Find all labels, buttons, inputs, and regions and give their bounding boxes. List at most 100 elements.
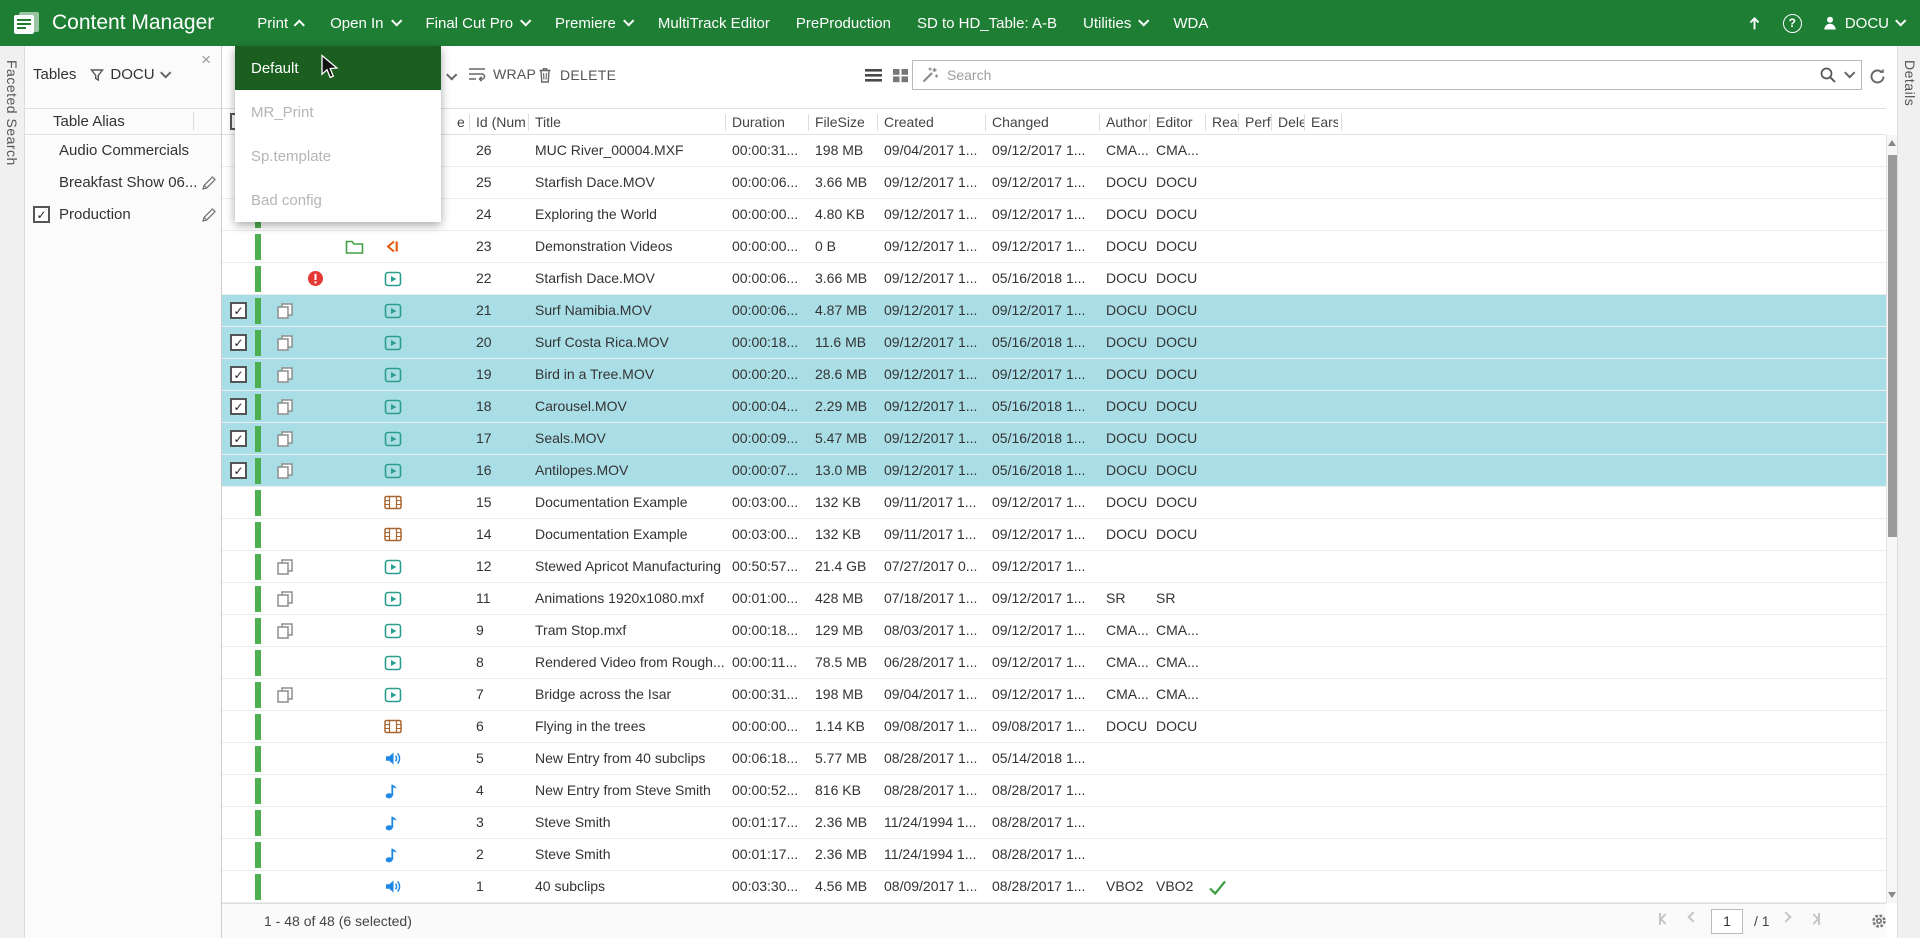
column-header-ears[interactable]: Ears bbox=[1311, 114, 1338, 130]
table-row[interactable]: 24Exploring the World00:00:00...4.80 KB0… bbox=[222, 199, 1886, 231]
table-row[interactable]: 3Steve Smith00:01:17...2.36 MB11/24/1994… bbox=[222, 807, 1886, 839]
menu-premiere[interactable]: Premiere bbox=[542, 0, 645, 46]
print-menu-item-default[interactable]: Default bbox=[235, 46, 441, 90]
list-view-icon[interactable] bbox=[864, 68, 883, 83]
table-row[interactable]: 11Animations 1920x1080.mxf00:01:00...428… bbox=[222, 583, 1886, 615]
help-icon[interactable]: ? bbox=[1783, 14, 1802, 33]
print-menu-item-bad-config[interactable]: Bad config bbox=[235, 178, 441, 222]
menu-sd-to-hd-table-a-b[interactable]: SD to HD_Table: A-B bbox=[904, 0, 1070, 46]
prev-page-button[interactable] bbox=[1689, 913, 1697, 921]
table-row[interactable]: 14Documentation Example00:03:00...132 KB… bbox=[222, 519, 1886, 551]
table-alias-item[interactable]: Audio Commercials bbox=[25, 135, 221, 167]
column-header-delet[interactable]: Delet bbox=[1278, 114, 1305, 130]
table-row[interactable]: 12Stewed Apricot Manufacturing00:50:57..… bbox=[222, 551, 1886, 583]
column-header-size[interactable]: FileSize bbox=[815, 114, 878, 130]
table-row[interactable]: ✓21Surf Namibia.MOV00:00:06...4.87 MB09/… bbox=[222, 295, 1886, 327]
row-checkbox[interactable]: ✓ bbox=[230, 398, 247, 415]
column-header-id[interactable]: Id (Numb bbox=[476, 114, 526, 130]
search-input[interactable] bbox=[947, 67, 1811, 83]
column-header-duration[interactable]: Duration bbox=[732, 114, 807, 130]
edit-pen-icon[interactable] bbox=[201, 207, 217, 227]
details-tab[interactable]: Details bbox=[1902, 46, 1918, 106]
user-menu[interactable]: DOCU bbox=[1822, 15, 1904, 32]
filter-chevron-down-icon[interactable] bbox=[160, 67, 171, 78]
column-header-editor[interactable]: Editor bbox=[1156, 114, 1206, 130]
menu-open-in[interactable]: Open In bbox=[317, 0, 412, 46]
row-checkbox[interactable]: ✓ bbox=[230, 366, 247, 383]
grid-view-icon[interactable] bbox=[892, 68, 909, 83]
search-chevron-down-icon[interactable] bbox=[1844, 67, 1855, 78]
wrap-button[interactable]: WRAP bbox=[468, 66, 536, 82]
table-row[interactable]: ✓17Seals.MOV00:00:09...5.47 MB09/12/2017… bbox=[222, 423, 1886, 455]
toolbar-chevron-down-icon[interactable] bbox=[446, 69, 457, 80]
print-menu-item-sp-template[interactable]: Sp.template bbox=[235, 134, 441, 178]
delete-button[interactable]: DELETE bbox=[537, 66, 616, 84]
status-bar-indicator bbox=[255, 426, 261, 452]
menu-wda[interactable]: WDA bbox=[1160, 0, 1221, 46]
status-bar-indicator bbox=[255, 298, 261, 324]
table-row[interactable]: 26MUC River_00004.MXF00:00:31...198 MB09… bbox=[222, 135, 1886, 167]
table-alias-item[interactable]: ✓Production bbox=[25, 199, 221, 231]
table-alias-header[interactable]: Table Alias bbox=[25, 108, 221, 135]
upload-arrow-icon[interactable] bbox=[1746, 15, 1763, 32]
faceted-search-tab[interactable]: Faceted Search bbox=[4, 46, 20, 166]
table-row[interactable]: 23Demonstration Videos00:00:00...0 B09/1… bbox=[222, 231, 1886, 263]
scroll-down-arrow[interactable] bbox=[1888, 892, 1896, 898]
column-header-author[interactable]: Author bbox=[1106, 114, 1151, 130]
cell-editor: CMA... bbox=[1156, 615, 1206, 646]
scrollbar-thumb[interactable] bbox=[1888, 155, 1897, 537]
vertical-scrollbar[interactable] bbox=[1886, 135, 1897, 903]
refresh-icon[interactable] bbox=[1868, 67, 1887, 91]
cell-created: 07/18/2017 1... bbox=[884, 583, 987, 614]
menu-print[interactable]: Print bbox=[244, 0, 317, 46]
table-row[interactable]: 9Tram Stop.mxf00:00:18...129 MB08/03/201… bbox=[222, 615, 1886, 647]
cell-title: Surf Namibia.MOV bbox=[535, 295, 728, 326]
column-header-perf[interactable]: Perf bbox=[1245, 114, 1272, 130]
row-checkbox[interactable]: ✓ bbox=[230, 462, 247, 479]
table-row[interactable]: 6Flying in the trees00:00:00...1.14 KB09… bbox=[222, 711, 1886, 743]
menu-utilities[interactable]: Utilities bbox=[1070, 0, 1160, 46]
scroll-up-arrow[interactable] bbox=[1888, 140, 1896, 146]
column-header-read[interactable]: Read bbox=[1212, 114, 1239, 130]
column-header-changed[interactable]: Changed bbox=[992, 114, 1099, 130]
edit-pen-icon[interactable] bbox=[201, 175, 217, 195]
table-row[interactable]: 15Documentation Example00:03:00...132 KB… bbox=[222, 487, 1886, 519]
page-number-input[interactable]: 1 bbox=[1711, 909, 1743, 934]
cell-title: New Entry from 40 subclips bbox=[535, 743, 728, 774]
row-checkbox[interactable]: ✓ bbox=[230, 334, 247, 351]
close-icon[interactable]: × bbox=[201, 50, 211, 70]
table-row[interactable]: ✓18Carousel.MOV00:00:04...2.29 MB09/12/2… bbox=[222, 391, 1886, 423]
table-row[interactable]: ✓16Antilopes.MOV00:00:07...13.0 MB09/12/… bbox=[222, 455, 1886, 487]
table-row[interactable]: 25Starfish Dace.MOV00:00:06...3.66 MB09/… bbox=[222, 167, 1886, 199]
column-header-created[interactable]: Created bbox=[884, 114, 987, 130]
alias-checkbox[interactable]: ✓ bbox=[33, 206, 50, 223]
table-row[interactable]: 7Bridge across the Isar00:00:31...198 MB… bbox=[222, 679, 1886, 711]
column-header-title[interactable]: Title bbox=[535, 114, 728, 130]
table-row[interactable]: 8Rendered Video from Rough...00:00:11...… bbox=[222, 647, 1886, 679]
first-page-button[interactable] bbox=[1659, 913, 1669, 925]
gear-icon[interactable] bbox=[1870, 912, 1888, 933]
search-icon[interactable] bbox=[1819, 66, 1837, 84]
table-filter-value[interactable]: DOCU bbox=[110, 66, 154, 83]
table-row[interactable]: 4New Entry from Steve Smith00:00:52...81… bbox=[222, 775, 1886, 807]
cell-duration: 00:00:31... bbox=[732, 679, 807, 710]
status-bar-indicator bbox=[255, 778, 261, 804]
table-row[interactable]: 5New Entry from 40 subclips00:06:18...5.… bbox=[222, 743, 1886, 775]
menu-multitrack-editor[interactable]: MultiTrack Editor bbox=[645, 0, 783, 46]
menu-preproduction[interactable]: PreProduction bbox=[783, 0, 904, 46]
row-checkbox[interactable]: ✓ bbox=[230, 430, 247, 447]
cell-size: 132 KB bbox=[815, 519, 878, 550]
table-row[interactable]: 2Steve Smith00:01:17...2.36 MB11/24/1994… bbox=[222, 839, 1886, 871]
menu-final-cut-pro[interactable]: Final Cut Pro bbox=[413, 0, 543, 46]
table-row[interactable]: ✓20Surf Costa Rica.MOV00:00:18...11.6 MB… bbox=[222, 327, 1886, 359]
last-page-button[interactable] bbox=[1810, 913, 1820, 925]
next-page-button[interactable] bbox=[1782, 913, 1790, 921]
row-checkbox[interactable]: ✓ bbox=[230, 302, 247, 319]
table-row[interactable]: ✓19Bird in a Tree.MOV00:00:20...28.6 MB0… bbox=[222, 359, 1886, 391]
filter-funnel-icon[interactable] bbox=[90, 68, 104, 82]
magic-wand-icon[interactable] bbox=[921, 66, 939, 84]
table-row[interactable]: 22Starfish Dace.MOV00:00:06...3.66 MB09/… bbox=[222, 263, 1886, 295]
table-row[interactable]: 140 subclips00:03:30...4.56 MB08/09/2017… bbox=[222, 871, 1886, 903]
table-alias-item[interactable]: Breakfast Show 06... bbox=[25, 167, 221, 199]
print-menu-item-mr-print[interactable]: MR_Print bbox=[235, 90, 441, 134]
